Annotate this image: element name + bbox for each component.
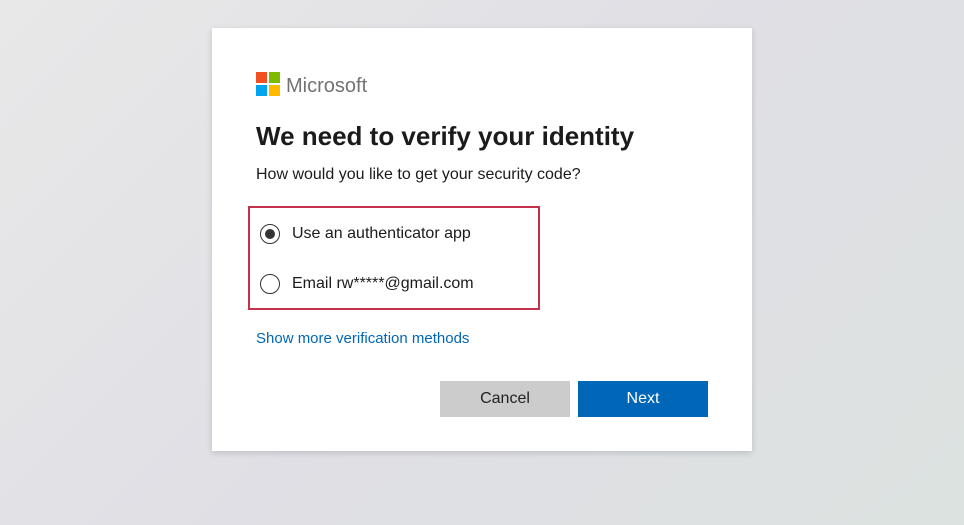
option-label: Use an authenticator app bbox=[292, 225, 471, 243]
option-label: Email rw*****@gmail.com bbox=[292, 275, 474, 293]
radio-icon bbox=[260, 224, 280, 244]
microsoft-logo-icon bbox=[256, 72, 280, 101]
option-authenticator-app[interactable]: Use an authenticator app bbox=[258, 218, 530, 250]
cancel-button[interactable]: Cancel bbox=[440, 381, 570, 417]
radio-icon bbox=[260, 274, 280, 294]
brand-name: Microsoft bbox=[286, 75, 367, 98]
show-more-methods-link[interactable]: Show more verification methods bbox=[256, 330, 469, 347]
dialog-actions: Cancel Next bbox=[256, 381, 708, 417]
options-highlight-box: Use an authenticator app Email rw*****@g… bbox=[248, 206, 540, 310]
page-title: We need to verify your identity bbox=[256, 121, 708, 152]
option-email[interactable]: Email rw*****@gmail.com bbox=[258, 268, 530, 300]
verify-identity-card: Microsoft We need to verify your identit… bbox=[212, 28, 752, 451]
page-subtitle: How would you like to get your security … bbox=[256, 166, 708, 184]
next-button[interactable]: Next bbox=[578, 381, 708, 417]
brand-row: Microsoft bbox=[256, 72, 708, 101]
